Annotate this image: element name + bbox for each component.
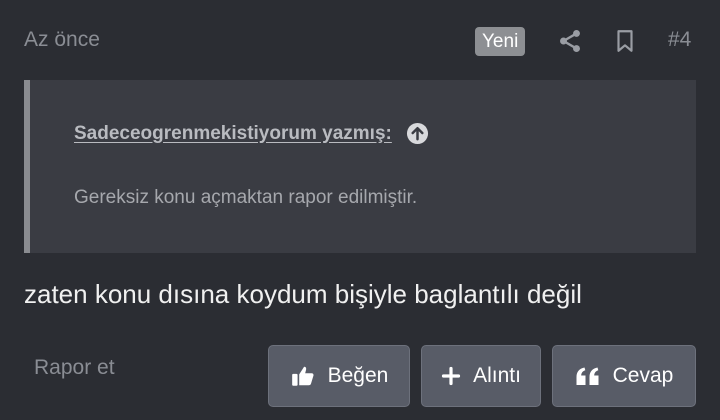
new-badge: Yeni (475, 27, 526, 56)
post-number-link[interactable]: #4 (668, 28, 691, 52)
quote-button-label: Alıntı (473, 364, 521, 387)
report-link[interactable]: Rapor et (34, 356, 115, 380)
share-icon[interactable] (557, 28, 583, 54)
like-button-label: Beğen (327, 364, 389, 387)
reply-button-label: Cevap (612, 364, 674, 387)
like-button[interactable]: Beğen (268, 345, 410, 407)
plus-icon (441, 366, 461, 386)
quote-author-name: Sadeceogrenmekistiyorum yazmış: (74, 122, 392, 144)
quote-button[interactable]: Alıntı (421, 345, 541, 407)
post-message: zaten konu dısına koydum bişiyle baglant… (24, 279, 582, 309)
quote-block: Sadeceogrenmekistiyorum yazmış: Gereksiz… (24, 80, 696, 253)
quote-marks-icon (576, 367, 599, 385)
post-time-link[interactable]: Az önce (24, 28, 100, 52)
bookmark-icon[interactable] (612, 28, 638, 54)
quote-text: Gereksiz konu açmaktan rapor edilmiştir. (74, 187, 418, 208)
reply-button[interactable]: Cevap (552, 345, 696, 407)
post-header: Az önce Yeni #4 (0, 0, 720, 80)
quote-author-link[interactable]: Sadeceogrenmekistiyorum yazmış: (74, 122, 429, 145)
arrow-up-circle-icon (406, 122, 428, 145)
thumbs-up-icon (291, 366, 314, 386)
